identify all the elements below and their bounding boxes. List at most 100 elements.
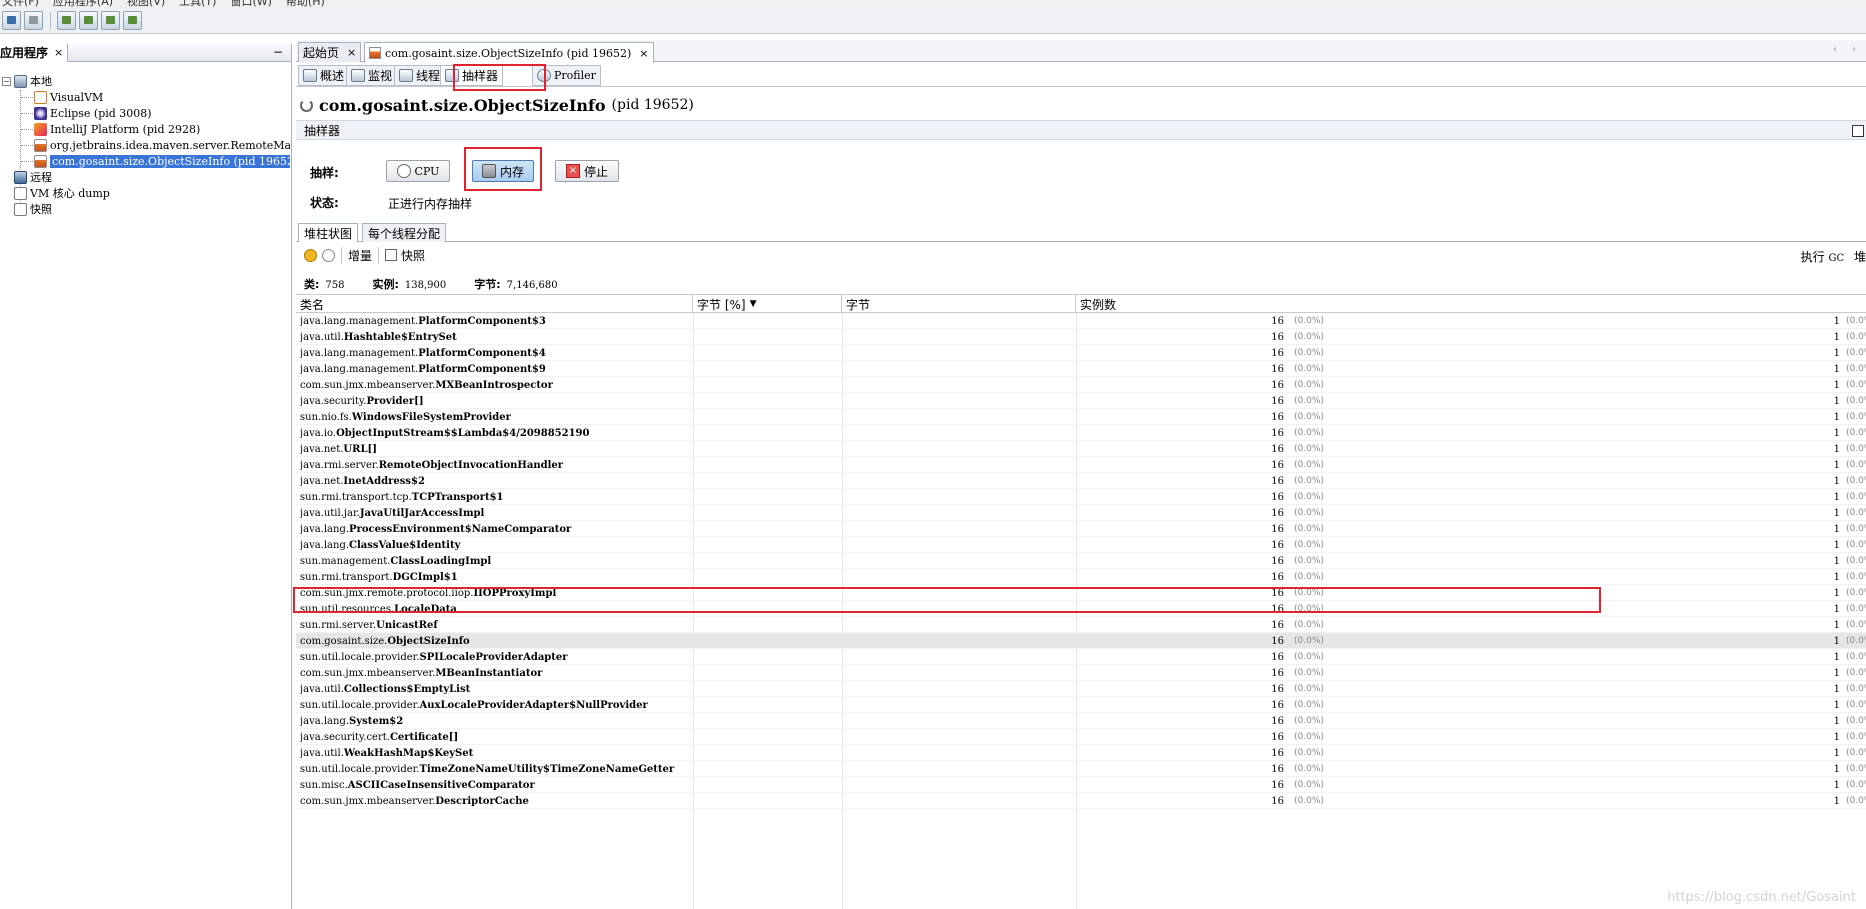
table-row[interactable]: java.util. Collections$EmptyList 16 (0.0%) 1… (296, 681, 1866, 697)
close-icon[interactable]: × (347, 46, 356, 59)
table-row[interactable]: java.security.Provider[] 16 (0.0%) 1 (0.0%) (296, 393, 1866, 409)
heap-dump-button[interactable]: 堆 (1854, 250, 1866, 264)
table-row[interactable]: java.net.InetAddress$2 16 (0.0%) 1 (0.0%) (296, 473, 1866, 489)
tree-node-objectsizeinfo[interactable]: com.gosaint.size.ObjectSizeInfo (pid 196… (34, 153, 290, 169)
tree-node-eclipse[interactable]: Eclipse (pid 3008) (34, 105, 152, 121)
applications-tab[interactable]: 应用程序 × (0, 43, 69, 62)
table-row[interactable]: com.sun.jmx.mbeanserver. MBeanInstantiato… (296, 665, 1866, 681)
cell-bytes-percent: (0.0%) (1294, 636, 1324, 646)
cell-instances: 1 (1833, 411, 1840, 423)
details-checkbox[interactable] (1852, 125, 1864, 137)
table-row[interactable]: sun.rmi.server.UnicastRef 16 (0.0%) 1 (0.0%) (296, 617, 1866, 633)
cell-bytes-percent: (0.0%) (1294, 476, 1324, 486)
tab-sampler[interactable]: 抽样器 (440, 65, 504, 86)
column-header-bytes[interactable]: 字节 (842, 295, 1076, 313)
table-row[interactable]: sun.nio.fs. WindowsFileSystemProvider 16 (0… (296, 409, 1866, 425)
tree-node-visualvm[interactable]: VisualVM (34, 89, 103, 105)
tab-overview[interactable]: 概述 (298, 65, 350, 86)
table-row[interactable]: java.rmi.server. RemoteObjectInvocationHa… (296, 457, 1866, 473)
cell-instances-percent: (0.0%) (1846, 764, 1866, 774)
snapshot-icon[interactable] (101, 11, 120, 30)
cell-bytes-percent: (0.0%) (1294, 364, 1324, 374)
menu-applications[interactable]: 应用程序(A) (53, 0, 113, 8)
table-row[interactable]: java.util. Hashtable$EntrySet 16 (0.0%) 1 (0.… (296, 329, 1866, 345)
column-header-bytes-percent[interactable]: 字节 [%] ▼ (693, 295, 842, 313)
cell-instances-percent: (0.0%) (1846, 796, 1866, 806)
monitor-icon (351, 69, 365, 82)
tree-node-vm-dump[interactable]: VM 核心 dump (14, 185, 110, 201)
table-row[interactable]: java.util.jar. JavaUtilJarAccessImpl 16 (0.… (296, 505, 1866, 521)
close-icon[interactable]: × (54, 46, 63, 59)
column-header-class-name[interactable]: 类名 (296, 295, 693, 313)
cpu-button[interactable]: CPU (386, 160, 450, 182)
table-row[interactable]: java.lang.management. PlatformComponent$3… (296, 313, 1866, 329)
cell-bytes: 16 (1271, 635, 1284, 647)
tree-node-local[interactable]: 本地 (14, 73, 52, 89)
tab-per-thread-allocation[interactable]: 每个线程分配 (362, 223, 447, 242)
delta-button[interactable]: 增量 (348, 247, 372, 264)
table-row[interactable]: java.lang. ProcessEnvironment$NameCompara… (296, 521, 1866, 537)
table-row[interactable]: java.io. ObjectInputStream$$Lambda$4/2098… (296, 425, 1866, 441)
table-row[interactable]: com.sun.jmx.remote.protocol.iiop. IIOPPro… (296, 585, 1866, 601)
cell-instances: 1 (1833, 347, 1840, 359)
refresh-icon[interactable] (322, 248, 335, 262)
add-remote-icon[interactable] (24, 11, 43, 30)
tree-node-maven-server[interactable]: org.jetbrains.idea.maven.server.RemoteMa… (34, 137, 290, 153)
menu-view[interactable]: 视图(V) (127, 0, 165, 8)
cell-instances: 1 (1833, 363, 1840, 375)
table-row[interactable]: java.util. WeakHashMap$KeySet 16 (0.0%) 1 (0.… (296, 745, 1866, 761)
stop-button[interactable]: × 停止 (555, 160, 619, 182)
close-icon[interactable]: × (639, 47, 648, 60)
gc-button[interactable]: GC (1829, 253, 1845, 264)
tree-node-snapshots[interactable]: 快照 (14, 201, 52, 217)
table-row[interactable]: java.lang. ClassValue$Identity 16 (0.0%) 1 (0… (296, 537, 1866, 553)
memory-button[interactable]: 内存 (472, 160, 534, 182)
tab-threads[interactable]: 线程 (394, 65, 446, 86)
table-row[interactable]: com.gosaint.size. ObjectSizeInfo 16 (0.0%) 1… (296, 633, 1866, 649)
thread-dump-icon[interactable] (79, 11, 98, 30)
pause-icon[interactable] (304, 248, 317, 262)
table-row[interactable]: sun.rmi.transport.tcp. TCPTransport$1 16 (0… (296, 489, 1866, 505)
perform-label[interactable]: 执行 (1801, 250, 1825, 264)
tree-node-remote[interactable]: 远程 (14, 169, 52, 185)
table-row[interactable]: java.lang.management. PlatformComponent$4… (296, 345, 1866, 361)
collapse-icon[interactable]: − (2, 77, 11, 86)
tab-objectsizeinfo[interactable]: com.gosaint.size.ObjectSizeInfo (pid 196… (364, 42, 654, 63)
table-row[interactable]: java.security.cert. Certificate[] 16 (0.0%)… (296, 729, 1866, 745)
eclipse-icon (34, 106, 47, 120)
tab-start-page[interactable]: 起始页 × (298, 42, 362, 62)
table-row[interactable]: sun.util.resources. LocaleData 16 (0.0%) 1 (0… (296, 601, 1866, 617)
table-row[interactable]: com.sun.jmx.mbeanserver. MXBeanIntrospect… (296, 377, 1866, 393)
table-row[interactable]: sun.util.locale.provider. SPILocaleProvid… (296, 649, 1866, 665)
profile-icon[interactable] (123, 11, 142, 30)
heap-dump-icon[interactable] (57, 11, 76, 30)
table-row[interactable]: sun.util.locale.provider. TimeZoneNameUti… (296, 761, 1866, 777)
table-row[interactable]: java.net.URL[] 16 (0.0%) 1 (0.0%) (296, 441, 1866, 457)
cell-bytes-percent: (0.0%) (1294, 716, 1324, 726)
table-row[interactable]: com.sun.jmx.mbeanserver. DescriptorCache 1… (296, 793, 1866, 809)
table-row[interactable]: sun.management. ClassLoadingImpl 16 (0.0%) 1… (296, 553, 1866, 569)
cell-bytes: 16 (1271, 667, 1284, 679)
menu-help[interactable]: 帮助(H) (286, 0, 325, 8)
cell-instances-percent: (0.0%) (1846, 444, 1866, 454)
minimize-icon[interactable]: − (273, 45, 283, 59)
table-row[interactable]: sun.util.locale.provider. AuxLocaleProvid… (296, 697, 1866, 713)
add-jmx-icon[interactable] (2, 11, 21, 30)
cell-bytes-percent: (0.0%) (1294, 588, 1324, 598)
table-row[interactable]: sun.rmi.transport. DGCImpl$1 16 (0.0%) 1 (0.0… (296, 569, 1866, 585)
menu-file[interactable]: 文件(F) (2, 0, 39, 8)
tab-monitor[interactable]: 监视 (346, 65, 398, 86)
table-row[interactable]: java.lang.management. PlatformComponent$9… (296, 361, 1866, 377)
column-header-instances[interactable]: 实例数 (1076, 295, 1866, 313)
tab-profiler[interactable]: Profiler (532, 65, 601, 86)
snapshot-button[interactable]: 快照 (401, 247, 425, 264)
network-icon (14, 170, 27, 184)
menu-window[interactable]: 窗口(W) (230, 0, 271, 8)
menu-tools[interactable]: 工具(T) (179, 0, 216, 8)
table-row[interactable]: sun.misc. ASCIICaseInsensitiveComparator 1… (296, 777, 1866, 793)
cell-bytes-percent: (0.0%) (1294, 316, 1324, 326)
tree-node-intellij[interactable]: IntelliJ Platform (pid 2928) (34, 121, 200, 137)
table-row[interactable]: java.lang.System$2 16 (0.0%) 1 (0.0%) (296, 713, 1866, 729)
tab-scroll-arrows[interactable]: ‹ › (1833, 44, 1862, 55)
tab-heap-histogram[interactable]: 堆柱状图 (298, 223, 359, 242)
